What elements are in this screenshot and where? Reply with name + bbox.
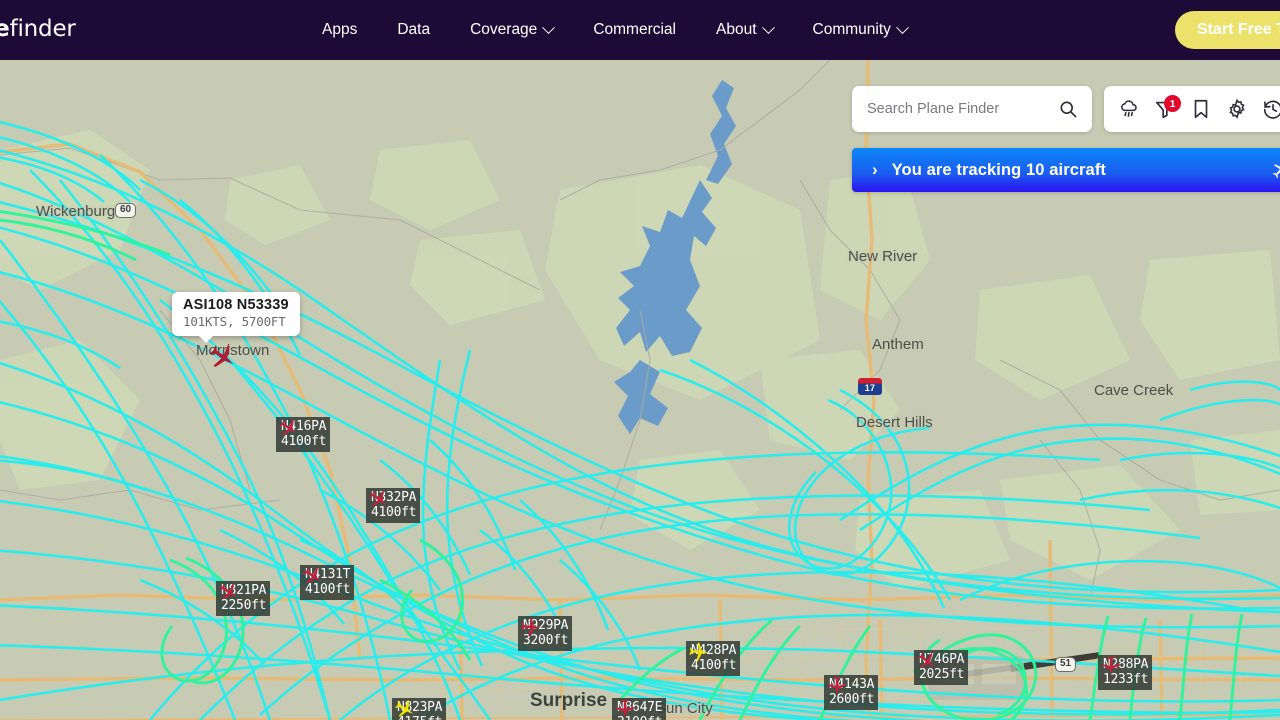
nav-item-commercial[interactable]: Commercial [573,21,696,39]
aircraft-marker-n428pa[interactable]: N428PA 4100ft [686,641,741,676]
place-label-anthem: Anthem [872,336,924,353]
place-label-wickenburg: Wickenburg [36,203,116,220]
nav-label-apps: Apps [322,21,358,38]
place-label-desert-hills: Desert Hills [856,414,933,431]
tracking-banner[interactable]: › You are tracking 10 aircraft [852,148,1280,192]
nav-item-community[interactable]: Community [793,20,927,39]
route-shield-60: 60 [115,203,137,218]
bookmark-icon[interactable] [1186,94,1216,124]
nav-label-commercial: Commercial [593,21,676,38]
aircraft-marker-n288pa[interactable]: N288PA 1233ft [1098,655,1153,690]
nav-label-community: Community [812,21,891,38]
plane-icon [521,617,541,637]
nav-item-apps[interactable]: Apps [322,21,377,39]
aircraft-marker-n823pa[interactable]: N823PA 4175ft [392,698,447,720]
nav-item-coverage[interactable]: Coverage [450,20,573,39]
plane-icon [827,676,847,696]
tooltip-details: 101KTS, 5700FT [183,314,286,329]
aircraft-marker-n4131t[interactable]: N4131T 4100ft [300,565,355,600]
expand-chevron-icon[interactable]: › [872,160,878,180]
chevron-down-icon [896,20,909,34]
banner-plane-icon [1270,160,1280,185]
tracking-banner-text: You are tracking 10 aircraft [891,160,1107,179]
playback-history-icon[interactable] [1258,94,1280,124]
plane-finder-app: nefinder Apps Data Coverage Commercial A… [0,0,1280,720]
nav-item-data[interactable]: Data [377,21,450,39]
interstate-shield-17: 17 [858,378,882,395]
settings-gear-icon[interactable] [1222,94,1252,124]
nav-label-coverage: Coverage [470,21,538,38]
start-free-trial-button[interactable]: Start Free Trial [1175,11,1280,49]
logo-text-bold: ne [0,16,10,42]
plane-icon [615,699,635,719]
aircraft-tooltip[interactable]: ASI108 N53339 101KTS, 5700FT [172,292,300,343]
place-label-cave-creek: Cave Creek [1094,382,1174,399]
site-logo[interactable]: nefinder [0,16,76,42]
place-label-new-river: New River [848,248,918,265]
map-toolbar: 1 [1104,86,1280,132]
main-navigation: Apps Data Coverage Commercial About Comm… [322,0,927,60]
cta-label: Start Free Trial [1197,21,1280,38]
search-bar[interactable] [852,86,1092,132]
aircraft-marker-n416pa[interactable]: N416PA 4100ft [276,417,331,452]
site-header: nefinder Apps Data Coverage Commercial A… [0,0,1280,60]
weather-rain-icon[interactable] [1114,94,1144,124]
search-icon[interactable] [1054,99,1092,119]
aircraft-marker-n332pa[interactable]: N332PA 4100ft [366,488,421,523]
filter-funnel-icon[interactable]: 1 [1150,94,1181,124]
route-shield-51: 51 [1055,657,1077,672]
search-input[interactable] [852,101,1054,117]
aircraft-marker-n8647e[interactable]: N8647E 3100ft [612,698,667,720]
plane-icon [1101,656,1121,676]
nav-label-data: Data [397,21,431,38]
aircraft-marker-n929pa[interactable]: N929PA 3200ft [518,616,573,651]
filter-badge-count: 1 [1164,95,1181,112]
plane-icon [689,642,709,662]
aircraft-marker-n4143a[interactable]: N4143A 2600ft [824,675,879,710]
aircraft-marker-n746pa[interactable]: N746PA 2025ft [914,650,969,685]
nav-item-about[interactable]: About [696,20,793,39]
aircraft-marker-n821pa[interactable]: N821PA 2250ft [216,581,271,616]
chevron-down-icon [542,20,556,34]
logo-text-rest: finder [9,16,76,42]
nav-label-about: About [716,21,757,38]
chevron-down-icon [761,20,775,34]
tooltip-callsign: ASI108 N53339 [183,297,289,313]
place-label-surprise: Surprise [530,690,608,711]
